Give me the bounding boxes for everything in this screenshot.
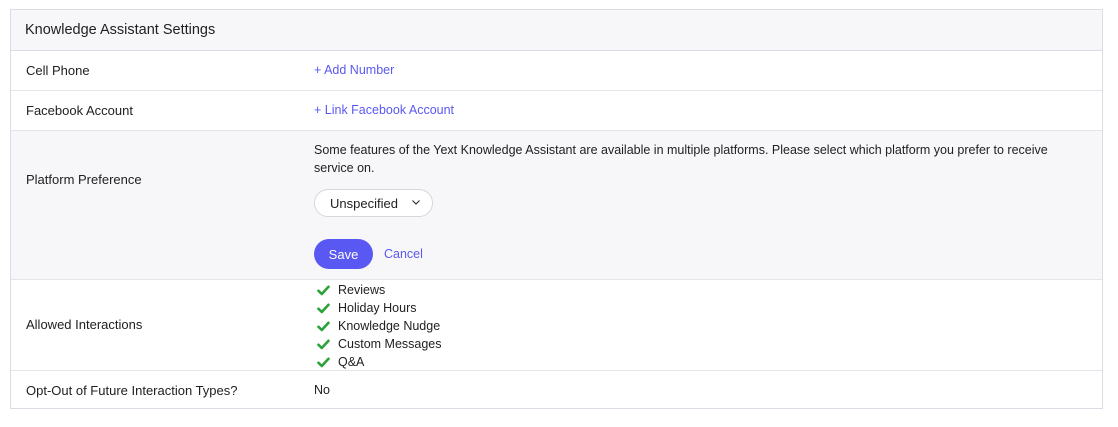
panel-title: Knowledge Assistant Settings	[11, 10, 1102, 51]
platform-select[interactable]: Unspecified	[314, 189, 433, 217]
platform-preference-description: Some features of the Yext Knowledge Assi…	[314, 143, 1048, 175]
platform-select-value: Unspecified	[330, 195, 398, 211]
interaction-label: Custom Messages	[338, 337, 442, 351]
list-item: Q&A	[317, 353, 442, 371]
platform-preference-label: Platform Preference	[26, 172, 142, 187]
facebook-account-row: Facebook Account + Link Facebook Account	[11, 91, 1102, 131]
opt-out-row: Opt-Out of Future Interaction Types? No	[11, 371, 1102, 409]
interaction-label: Reviews	[338, 283, 386, 297]
chevron-down-icon	[412, 200, 420, 205]
opt-out-label: Opt-Out of Future Interaction Types?	[26, 383, 238, 398]
cancel-button[interactable]: Cancel	[384, 247, 423, 261]
check-icon	[317, 356, 330, 367]
allowed-interactions-list: Reviews Holiday Hours Knowledge Nudge Cu…	[317, 281, 442, 371]
cell-phone-label: Cell Phone	[26, 63, 90, 78]
check-icon	[317, 302, 330, 313]
save-button[interactable]: Save	[314, 239, 373, 269]
cell-phone-row: Cell Phone + Add Number	[11, 51, 1102, 91]
interaction-label: Knowledge Nudge	[338, 319, 441, 333]
interaction-label: Holiday Hours	[338, 301, 417, 315]
allowed-interactions-row: Allowed Interactions Reviews Holiday Hou…	[11, 280, 1102, 371]
add-number-link[interactable]: + Add Number	[314, 63, 394, 77]
check-icon	[317, 284, 330, 295]
allowed-interactions-label: Allowed Interactions	[26, 317, 143, 332]
facebook-account-label: Facebook Account	[26, 103, 133, 118]
link-facebook-account-link[interactable]: + Link Facebook Account	[314, 103, 454, 117]
list-item: Custom Messages	[317, 335, 442, 353]
opt-out-value: No	[314, 383, 330, 397]
platform-preference-row: Platform Preference Some features of the…	[11, 131, 1102, 280]
list-item: Reviews	[317, 281, 442, 299]
list-item: Holiday Hours	[317, 299, 442, 317]
interaction-label: Q&A	[338, 355, 365, 369]
check-icon	[317, 320, 330, 331]
list-item: Knowledge Nudge	[317, 317, 442, 335]
knowledge-assistant-settings-panel: Knowledge Assistant Settings Cell Phone …	[10, 9, 1103, 409]
check-icon	[317, 338, 330, 349]
